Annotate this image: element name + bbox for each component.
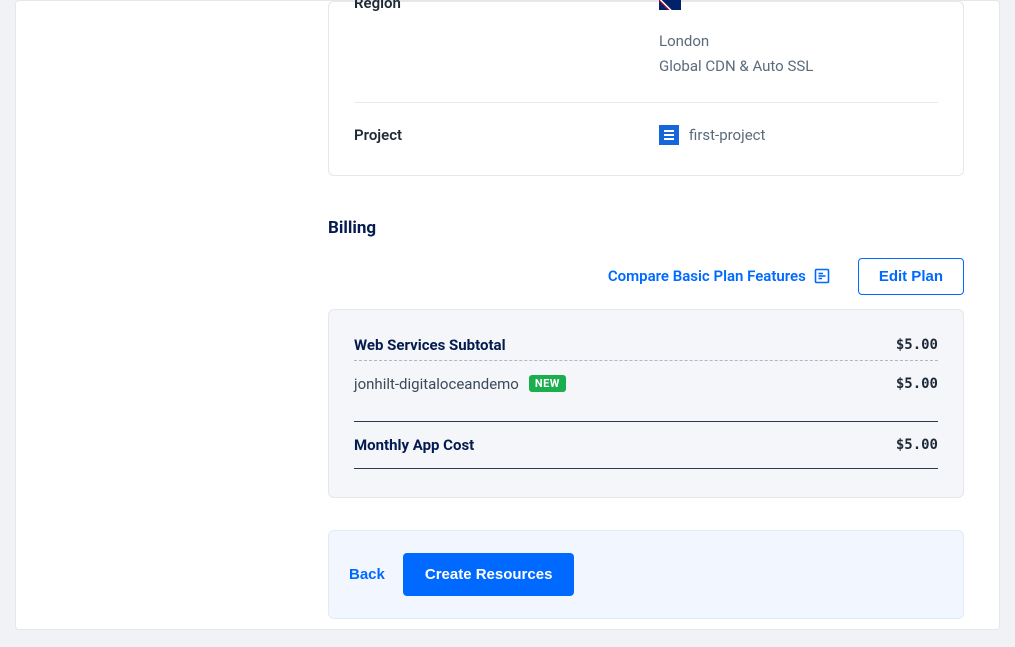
content-area: Region London Global CDN & Auto SSL Proj… xyxy=(328,1,964,619)
main-panel: Region London Global CDN & Auto SSL Proj… xyxy=(15,0,1000,630)
billing-total-label: Monthly App Cost xyxy=(354,436,474,454)
project-row: Project first-project xyxy=(354,103,938,145)
uk-flag-icon xyxy=(659,0,681,10)
new-badge: NEW xyxy=(529,375,566,392)
billing-item-price: $5.00 xyxy=(896,376,938,392)
compare-icon xyxy=(814,268,830,284)
compare-plan-link[interactable]: Compare Basic Plan Features xyxy=(608,267,830,285)
compare-plan-label: Compare Basic Plan Features xyxy=(608,267,806,285)
billing-item-name: jonhilt-digitaloceandemo xyxy=(354,375,519,393)
region-value: London Global CDN & Auto SSL xyxy=(659,2,813,80)
billing-subtotal-label: Web Services Subtotal xyxy=(354,336,506,354)
billing-title: Billing xyxy=(328,218,964,238)
region-city: London xyxy=(659,32,709,50)
billing-subtotal-price: $5.00 xyxy=(896,337,938,353)
project-name: first-project xyxy=(689,126,765,144)
billing-total-row: Monthly App Cost $5.00 xyxy=(354,422,938,468)
billing-actions: Compare Basic Plan Features Edit Plan xyxy=(328,258,964,295)
back-button[interactable]: Back xyxy=(349,566,385,583)
region-row: Region London Global CDN & Auto SSL xyxy=(354,2,938,102)
info-card: Region London Global CDN & Auto SSL Proj… xyxy=(328,1,964,176)
billing-divider-bottom xyxy=(354,468,938,469)
billing-item-row: jonhilt-digitaloceandemo NEW $5.00 xyxy=(354,361,938,421)
project-label: Project xyxy=(354,126,659,144)
create-resources-button[interactable]: Create Resources xyxy=(403,553,575,596)
project-value: first-project xyxy=(659,125,765,145)
billing-item-name-wrap: jonhilt-digitaloceandemo NEW xyxy=(354,375,566,393)
project-icon xyxy=(659,125,679,145)
footer-actions: Back Create Resources xyxy=(328,530,964,619)
billing-total-price: $5.00 xyxy=(896,437,938,453)
billing-card: Web Services Subtotal $5.00 jonhilt-digi… xyxy=(328,309,964,498)
region-cdn: Global CDN & Auto SSL xyxy=(659,57,813,75)
region-label: Region xyxy=(354,0,659,72)
edit-plan-button[interactable]: Edit Plan xyxy=(858,258,964,295)
billing-subtotal-row: Web Services Subtotal $5.00 xyxy=(354,336,938,361)
